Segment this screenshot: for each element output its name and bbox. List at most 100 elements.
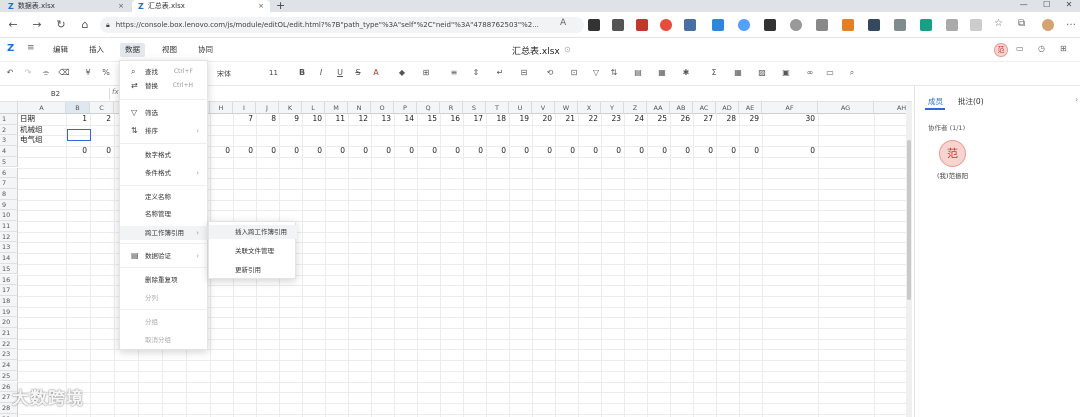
bold-icon[interactable]: B bbox=[296, 68, 308, 77]
collaborator-avatar[interactable]: 范 bbox=[939, 140, 966, 167]
date-number-cell[interactable]: 10 bbox=[302, 113, 322, 125]
browser-tab-summary[interactable]: Z 汇总表.xlsx × bbox=[132, 0, 270, 12]
extension-icon[interactable] bbox=[712, 19, 724, 31]
zero-value-cell[interactable]: 0 bbox=[509, 145, 529, 157]
row-header[interactable]: 14 bbox=[0, 253, 18, 264]
date-number-cell[interactable]: 25 bbox=[647, 113, 667, 125]
conditional-icon[interactable]: ▦ bbox=[656, 68, 668, 77]
history-icon[interactable]: ◷ bbox=[1038, 44, 1045, 53]
extension-icon[interactable] bbox=[970, 19, 982, 31]
row-header[interactable]: 22 bbox=[0, 338, 18, 350]
extension-icon[interactable] bbox=[764, 19, 776, 31]
zero-value-cell[interactable]: 0 bbox=[532, 145, 552, 157]
clear-format-icon[interactable]: ⌫ bbox=[58, 68, 70, 77]
menu-item[interactable]: 跨工作簿引用 › bbox=[120, 226, 209, 240]
column-header[interactable]: AG bbox=[818, 102, 874, 114]
zero-value-cell[interactable]: 0 bbox=[670, 145, 690, 157]
format-painter-icon[interactable]: ⌯ bbox=[40, 68, 52, 78]
row-header[interactable]: 4 bbox=[0, 146, 18, 157]
zero-value-cell[interactable]: 0 bbox=[693, 145, 713, 157]
read-aloud-icon[interactable]: A bbox=[560, 18, 566, 28]
row-label-cell[interactable]: 电气组 bbox=[20, 134, 43, 146]
row-header[interactable]: 25 bbox=[0, 370, 18, 382]
image-icon[interactable]: ▣ bbox=[780, 68, 792, 77]
new-tab-button[interactable]: + bbox=[276, 0, 285, 12]
sum-icon[interactable]: Σ bbox=[708, 68, 720, 77]
menu-view[interactable]: 视图 bbox=[157, 43, 182, 57]
date-number-cell[interactable]: 7 bbox=[233, 113, 253, 125]
zero-value-cell[interactable]: 0 bbox=[555, 145, 575, 157]
zero-value-cell[interactable]: 0 bbox=[739, 145, 759, 157]
extension-icon[interactable] bbox=[842, 19, 854, 31]
extension-icon[interactable] bbox=[894, 19, 906, 31]
row-header[interactable]: 19 bbox=[0, 306, 18, 318]
zero-value-cell[interactable]: 0 bbox=[233, 145, 253, 157]
menu-item[interactable]: ⌕ 查找 Ctrl+F bbox=[120, 65, 209, 79]
row-header[interactable]: 24 bbox=[0, 360, 18, 371]
fill-color-icon[interactable]: ◆ bbox=[396, 68, 408, 77]
cell-reference-box[interactable]: B2 bbox=[2, 88, 110, 100]
table-style-icon[interactable]: ▤ bbox=[632, 68, 644, 77]
rotate-icon[interactable]: ⟲ bbox=[544, 68, 556, 77]
more-icon[interactable]: … bbox=[1066, 17, 1076, 28]
merge-icon[interactable]: ⊟ bbox=[518, 68, 530, 77]
row-header[interactable]: 29 bbox=[0, 413, 18, 417]
close-icon[interactable]: × bbox=[258, 2, 264, 10]
row-header[interactable]: 16 bbox=[0, 274, 18, 286]
date-number-cell[interactable]: 12 bbox=[348, 113, 368, 125]
menu-item[interactable]: 条件格式 › bbox=[120, 166, 209, 180]
row-header[interactable]: 23 bbox=[0, 349, 18, 361]
row-header[interactable]: 6 bbox=[0, 167, 18, 179]
zero-value-cell[interactable]: 0 bbox=[394, 145, 414, 157]
filter-icon[interactable]: ▽ bbox=[590, 68, 602, 77]
row-header[interactable]: 13 bbox=[0, 242, 18, 254]
extension-icon[interactable] bbox=[946, 19, 958, 31]
zero-value-cell[interactable]: 0 bbox=[440, 145, 460, 157]
row-header[interactable]: 7 bbox=[0, 178, 18, 189]
menu-data[interactable]: 数据 bbox=[120, 43, 145, 57]
date-number-cell[interactable]: 29 bbox=[739, 113, 759, 125]
date-number-cell[interactable]: 17 bbox=[463, 113, 483, 125]
settings-icon[interactable]: ✱ bbox=[680, 68, 692, 77]
zero-value-cell[interactable]: 0 bbox=[601, 145, 621, 157]
row-header[interactable]: 20 bbox=[0, 317, 18, 328]
url-bar[interactable]: 🔒︎ https://console.box.lenovo.com/js/mod… bbox=[100, 17, 584, 33]
date-number-cell[interactable]: 11 bbox=[325, 113, 345, 125]
extension-icon[interactable] bbox=[684, 19, 696, 31]
date-number-cell[interactable]: 13 bbox=[371, 113, 391, 125]
row-header[interactable]: 11 bbox=[0, 221, 18, 232]
back-icon[interactable]: ← bbox=[6, 18, 20, 32]
menu-item[interactable]: ⇅ 排序 › bbox=[120, 124, 209, 138]
extension-icon[interactable] bbox=[660, 19, 672, 31]
valign-icon[interactable]: ⇕ bbox=[470, 68, 482, 77]
zero-value-cell[interactable]: 0 bbox=[325, 145, 345, 157]
zero-value-cell[interactable]: 0 bbox=[348, 145, 368, 157]
date-number-cell[interactable]: 2 bbox=[90, 113, 111, 125]
date-number-cell[interactable]: 18 bbox=[486, 113, 506, 125]
reload-icon[interactable]: ↻ bbox=[54, 18, 68, 32]
comment-icon[interactable]: ▭ bbox=[824, 68, 836, 77]
zero-value-cell[interactable]: 0 bbox=[210, 145, 230, 157]
row-header[interactable]: 3 bbox=[0, 135, 18, 147]
menu-item[interactable]: 名称管理 bbox=[120, 207, 209, 221]
favorites-icon[interactable]: ☆ bbox=[994, 18, 1003, 29]
submenu-linked-files[interactable]: 关联文件管理 bbox=[209, 244, 297, 258]
date-number-cell[interactable]: 21 bbox=[555, 113, 575, 125]
qr-icon[interactable] bbox=[588, 19, 600, 31]
date-number-cell[interactable]: 20 bbox=[532, 113, 552, 125]
zero-value-cell[interactable]: 0 bbox=[647, 145, 667, 157]
tab-comments[interactable]: 批注(0) bbox=[958, 96, 984, 107]
tab-members[interactable]: 成员 bbox=[928, 96, 943, 107]
chart-icon[interactable]: ▨ bbox=[756, 68, 768, 77]
zero-value-cell[interactable]: 0 bbox=[90, 145, 111, 157]
currency-icon[interactable]: ¥ bbox=[82, 68, 94, 77]
row-header[interactable]: 15 bbox=[0, 263, 18, 275]
row-header[interactable]: 2 bbox=[0, 124, 18, 136]
menu-collab[interactable]: 协同 bbox=[193, 43, 218, 57]
zero-value-cell[interactable]: 0 bbox=[578, 145, 598, 157]
row-header[interactable]: 17 bbox=[0, 285, 18, 296]
zero-value-cell[interactable]: 0 bbox=[417, 145, 437, 157]
extension-icon[interactable] bbox=[790, 19, 802, 31]
extension-icon[interactable] bbox=[738, 19, 750, 31]
date-number-cell[interactable]: 1 bbox=[66, 113, 87, 125]
